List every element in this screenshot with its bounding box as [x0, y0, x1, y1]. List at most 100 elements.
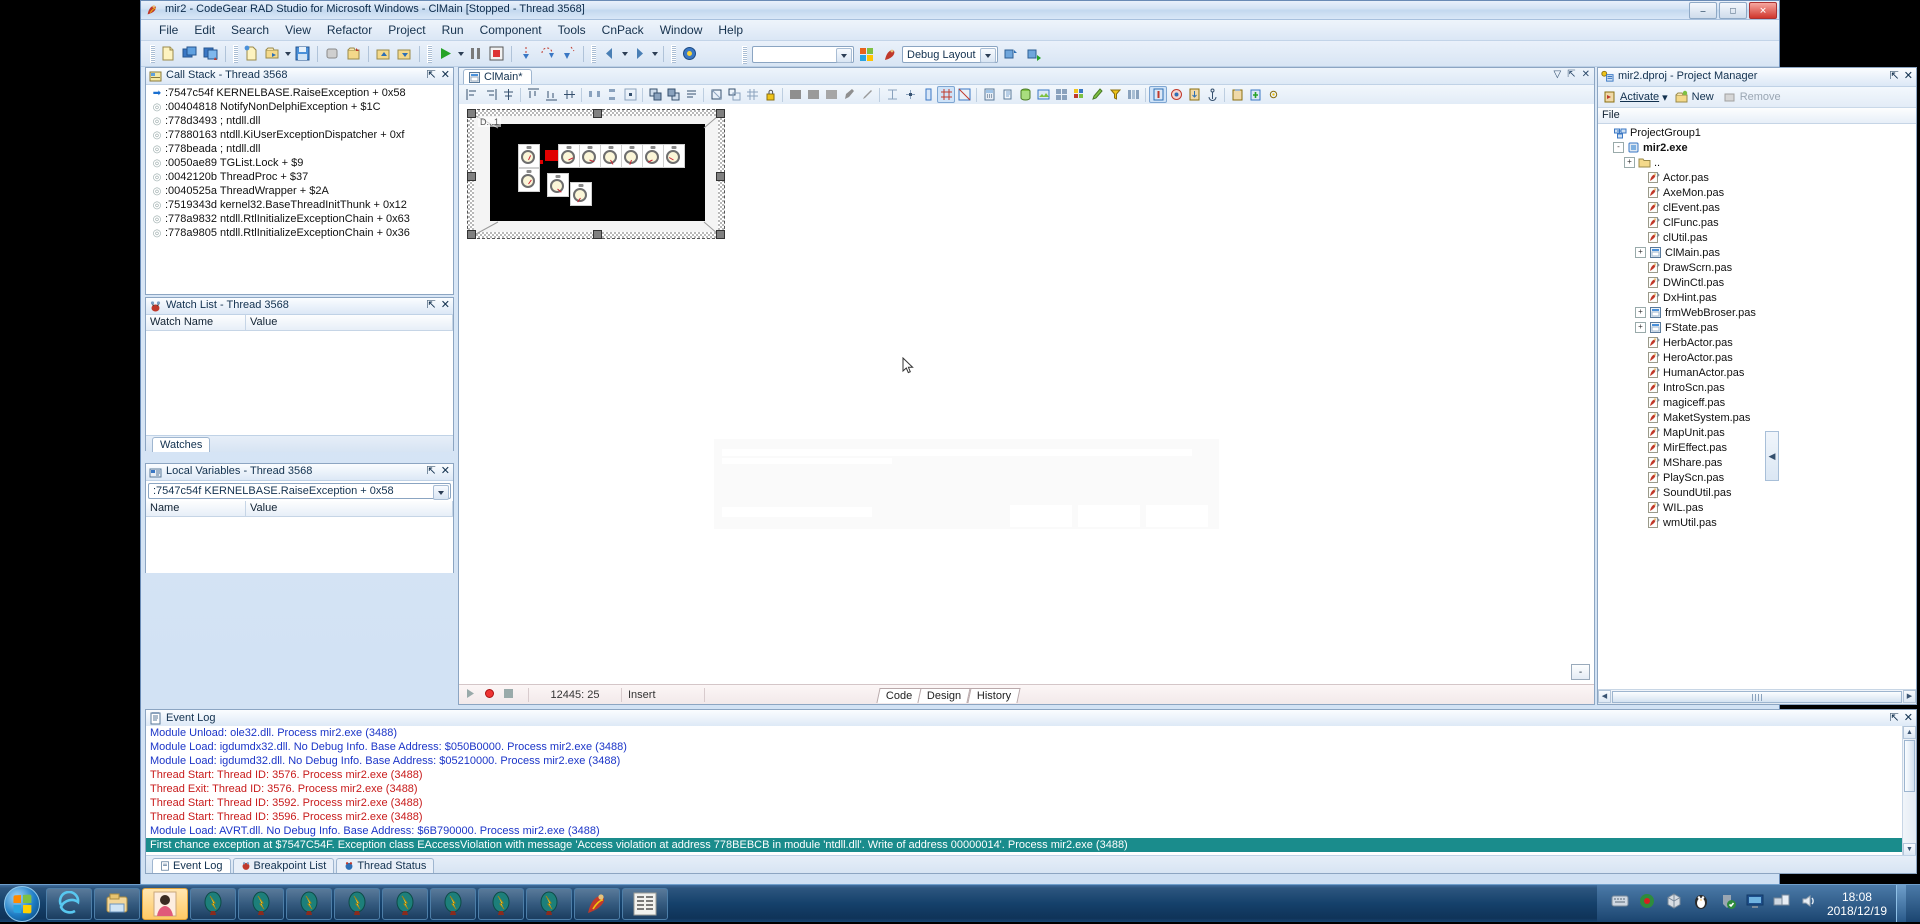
collapse-icon[interactable]: - [1613, 142, 1624, 153]
taskbar-item-mir2-3[interactable] [286, 888, 332, 920]
panel-icon[interactable] [919, 86, 937, 103]
menu-item-file[interactable]: File [151, 21, 186, 39]
project-tree-item[interactable]: SoundUtil.pas [1598, 485, 1916, 500]
project-tree-item[interactable]: PlayScn.pas [1598, 470, 1916, 485]
maximize-button[interactable]: □ [1719, 2, 1747, 19]
column-name[interactable]: Name [146, 501, 246, 516]
filter-icon[interactable] [1106, 86, 1124, 103]
fill-light-icon[interactable] [822, 86, 840, 103]
editor-tab-clmain[interactable]: ClMain* [463, 69, 532, 84]
hscroll-left-button[interactable]: ◀ [1598, 690, 1611, 703]
taskbar-item-mir2-1[interactable] [190, 888, 236, 920]
network-icon[interactable] [1773, 892, 1791, 915]
editor-close-icon[interactable]: ✕ [1582, 69, 1590, 80]
resize-handle-se[interactable] [716, 230, 725, 239]
activate-panel-icon[interactable] [1149, 86, 1167, 103]
watch-list-body[interactable] [146, 331, 453, 435]
forward-dropdown[interactable] [650, 43, 659, 64]
resize-handle-n[interactable] [593, 109, 602, 118]
forward-icon[interactable] [629, 43, 650, 64]
menu-item-component[interactable]: Component [472, 21, 550, 39]
resize-handle-ne[interactable] [716, 109, 725, 118]
toolbar-grip-2[interactable] [233, 44, 238, 63]
expand-icon[interactable]: + [1635, 322, 1646, 333]
timer-component-icon[interactable] [579, 144, 601, 168]
space-equally-vertically-icon[interactable] [603, 86, 621, 103]
record-icon[interactable] [1167, 86, 1185, 103]
call-stack-row[interactable]: ◎:0050ae89 TGList.Lock + $9 [146, 156, 453, 170]
project-tree-item[interactable]: Actor.pas [1598, 170, 1916, 185]
align-left-icon[interactable] [463, 86, 481, 103]
menu-item-help[interactable]: Help [710, 21, 751, 39]
project-tree-item[interactable]: wmUtil.pas [1598, 515, 1916, 530]
form-designer-surface[interactable]: D...1 - [459, 104, 1594, 684]
status-stop-icon[interactable] [503, 688, 514, 702]
save-icon[interactable] [292, 43, 313, 64]
project-tree-item[interactable]: + frmWebBroser.pas [1598, 305, 1916, 320]
antivirus-icon[interactable] [1719, 892, 1737, 915]
local-variables-body[interactable] [146, 517, 453, 573]
timer-component-icon[interactable] [663, 144, 685, 168]
event-log-row[interactable]: Module Load: AVRT.dll. No Debug Info. Ba… [146, 824, 1916, 838]
scale-icon[interactable] [725, 86, 743, 103]
project-tree-item[interactable]: IntroScn.pas [1598, 380, 1916, 395]
layout-combo-arrow[interactable] [980, 48, 996, 63]
timer-component-icon[interactable] [600, 144, 622, 168]
taskbar-item-rad-studio[interactable] [574, 888, 620, 920]
color-grid-icon[interactable] [1070, 86, 1088, 103]
column-watch-value[interactable]: Value [246, 315, 453, 330]
activate-button[interactable]: Activate [1620, 91, 1659, 103]
tab-thread-status[interactable]: Thread Status [336, 858, 435, 873]
show-desktop-icon[interactable] [1896, 885, 1906, 922]
taskbar-item-mir2-2[interactable] [238, 888, 284, 920]
event-log-row[interactable]: Thread Exit: Thread ID: 3576. Process mi… [146, 782, 1916, 796]
align-grid-icon[interactable] [883, 86, 901, 103]
settings-icon[interactable] [1264, 86, 1282, 103]
columns-icon[interactable] [1124, 86, 1142, 103]
close-all-icon[interactable] [343, 43, 364, 64]
help-icon[interactable] [679, 43, 700, 64]
resize-handle-e[interactable] [716, 172, 725, 181]
event-log-vscrollbar[interactable]: ▲ ▼ [1902, 726, 1916, 856]
lock-controls-icon[interactable] [761, 86, 779, 103]
watch-list-pin-button[interactable]: ⇱ [427, 299, 436, 312]
event-log-row-selected[interactable]: First chance exception at $7547C54F. Exc… [146, 838, 1916, 852]
event-log-row[interactable]: Thread Start: Thread ID: 3592. Process m… [146, 796, 1916, 810]
taskbar-item-chinese-app[interactable] [622, 888, 668, 920]
expand-icon[interactable]: + [1624, 157, 1635, 168]
open-file-icon[interactable] [262, 43, 283, 64]
tab-event-log[interactable]: Event Log [152, 858, 231, 873]
activate-dropdown-icon[interactable]: ▾ [1662, 91, 1668, 104]
close-button[interactable]: ✕ [1749, 2, 1777, 19]
call-stack-close-button[interactable]: ✕ [441, 69, 450, 82]
view-tab-code[interactable]: Code [876, 688, 922, 703]
add-to-project-icon[interactable] [373, 43, 394, 64]
taskbar-item-mir2-4[interactable] [334, 888, 380, 920]
project-tree-item[interactable]: DxHint.pas [1598, 290, 1916, 305]
minimize-button[interactable]: – [1689, 2, 1717, 19]
menu-item-run[interactable]: Run [434, 21, 472, 39]
project-tree-item[interactable]: MaketSystem.pas [1598, 410, 1916, 425]
call-stack-row[interactable]: ➡:7547c54f KERNELBASE.RaiseException + 0… [146, 86, 453, 100]
hscroll-thumb[interactable] [1612, 691, 1902, 703]
image-list-icon[interactable] [1034, 86, 1052, 103]
structure-icon[interactable] [998, 86, 1016, 103]
grid-settings-icon[interactable] [743, 86, 761, 103]
watch-list-close-button[interactable]: ✕ [441, 299, 450, 312]
taskbar-item-mir2-7[interactable] [478, 888, 524, 920]
toolbar-grip-5[interactable] [671, 44, 676, 63]
start-button[interactable] [4, 886, 40, 922]
run-icon[interactable] [435, 43, 456, 64]
guidelines-icon[interactable] [955, 86, 973, 103]
menu-item-refactor[interactable]: Refactor [319, 21, 380, 39]
project-manager-pin-button[interactable]: ⇱ [1890, 70, 1899, 83]
view-tab-history[interactable]: History [966, 688, 1021, 703]
new-button[interactable]: New [1692, 91, 1714, 103]
calculator-icon[interactable] [980, 86, 998, 103]
open-project-icon[interactable] [179, 43, 200, 64]
call-stack-row[interactable]: ◎:778d3493 ; ntdll.dll [146, 114, 453, 128]
grid-panel-icon[interactable] [1052, 86, 1070, 103]
resize-handle-nw[interactable] [467, 109, 476, 118]
call-stack-row[interactable]: ◎:778a9805 ntdll.RtlInitializeExceptionC… [146, 226, 453, 240]
project-tree-item[interactable]: +.. [1598, 155, 1916, 170]
